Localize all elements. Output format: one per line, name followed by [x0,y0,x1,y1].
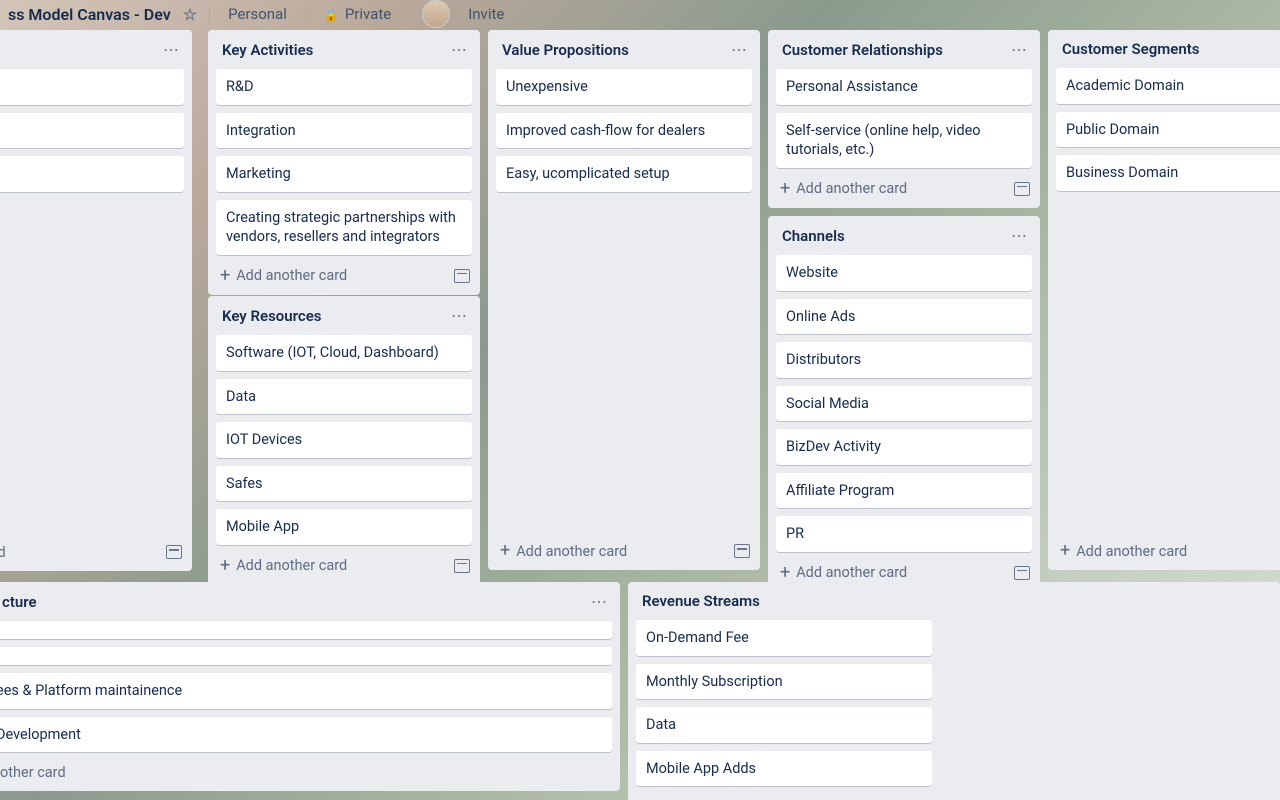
list-customer-segments: Customer Segments Academic Domain Public… [1048,30,1280,570]
card[interactable]: Distributors [776,342,1032,378]
card[interactable]: Self-service (online help, video tutoria… [776,113,1032,168]
list-menu-icon[interactable]: ⋯ [451,40,468,59]
list-revenue-streams: Revenue Streams On-Demand Fee Monthly Su… [628,582,1280,800]
card[interactable]: Marketing [216,156,472,192]
list-title[interactable]: cture [2,593,37,611]
board-header: ss Model Canvas - Dev ☆ Personal Private… [0,0,1280,28]
card[interactable]: Data [216,379,472,415]
add-card-button[interactable]: +Add another card [500,542,627,560]
card[interactable]: Improved cash-flow for dealers [496,113,752,149]
plus-icon: + [1060,542,1070,560]
list-title[interactable]: Key Activities [222,41,313,59]
list-title[interactable]: Key Resources [222,307,322,325]
template-icon[interactable] [166,545,182,559]
add-card-button[interactable]: +Add another card [780,180,907,198]
list-key-resources: Key Resources ⋯ Software (IOT, Cloud, Da… [208,296,480,585]
card[interactable]: Unexpensive [496,69,752,105]
card[interactable]: s [0,156,184,192]
card[interactable]: Easy, ucomplicated setup [496,156,752,192]
card[interactable]: IOT Devices [216,422,472,458]
card[interactable]: Academic Domain [1056,68,1280,104]
card[interactable]: Personal Assistance [776,69,1032,105]
list-title[interactable]: Revenue Streams [642,592,760,610]
card[interactable]: Business Domain [1056,155,1280,191]
card[interactable]: Affiliate Program [776,473,1032,509]
add-card-button[interactable]: +Add another card [220,267,347,285]
list-value-propositions: Value Propositions ⋯ Unexpensive Improve… [488,30,760,570]
card[interactable]: Online Ads [776,299,1032,335]
add-card-button[interactable]: +Add another card [1060,542,1187,560]
plus-icon: + [220,267,230,285]
invite-button[interactable]: Invite [462,3,510,25]
card[interactable]: Monthly Subscription [636,664,932,700]
list-title[interactable]: Value Propositions [502,41,629,59]
card[interactable]: Mobile App Adds [636,751,932,787]
add-card-button[interactable]: nother card [0,764,66,781]
list-channels: Channels ⋯ Website Online Ads Distributo… [768,216,1040,592]
card[interactable]: Data [636,707,932,743]
list-menu-icon[interactable]: ⋯ [1011,40,1028,59]
list-customer-relationships: Customer Relationships ⋯ Personal Assist… [768,30,1040,208]
card[interactable]: BizDev Activity [776,429,1032,465]
list-key-activities: Key Activities ⋯ R&D Integration Marketi… [208,30,480,295]
card[interactable]: R&D [216,69,472,105]
card[interactable]: Integration [216,113,472,149]
card[interactable]: Mobile App [216,509,472,545]
board-area: ers ⋯ omers rs s nother card Key Activit… [0,28,1280,800]
lock-icon [324,5,339,23]
visibility-button[interactable]: Private [318,3,397,25]
list-title[interactable]: Channels [782,227,845,245]
list-menu-icon[interactable]: ⋯ [163,40,180,59]
plus-icon: + [780,564,790,582]
template-icon[interactable] [454,559,470,573]
add-card-button[interactable]: nother card [0,544,6,561]
plus-icon: + [220,557,230,575]
list-menu-icon[interactable]: ⋯ [591,592,608,611]
divider [209,6,210,22]
divider [409,6,410,22]
card[interactable] [0,621,612,639]
plus-icon: + [780,180,790,198]
list-cost-structure: cture ⋯ ees & Platform maintainence Deve… [0,582,620,791]
card[interactable]: Public Domain [1056,112,1280,148]
divider [305,6,306,22]
card[interactable]: Social Media [776,386,1032,422]
template-icon[interactable] [454,269,470,283]
list-menu-icon[interactable]: ⋯ [1011,226,1028,245]
card[interactable]: ees & Platform maintainence [0,673,612,709]
card[interactable] [0,647,612,665]
list-menu-icon[interactable]: ⋯ [451,306,468,325]
team-button[interactable]: Personal [222,3,293,25]
template-icon[interactable] [734,544,750,558]
board-title[interactable]: ss Model Canvas - Dev [8,5,171,24]
star-icon[interactable]: ☆ [183,5,197,24]
avatar[interactable] [422,0,450,28]
card[interactable]: omers [0,69,184,105]
card[interactable]: Creating strategic partnerships with ven… [216,200,472,255]
plus-icon: + [500,542,510,560]
template-icon[interactable] [1014,566,1030,580]
card[interactable]: rs [0,113,184,149]
list-title[interactable]: Customer Relationships [782,41,943,59]
list-title[interactable]: Customer Segments [1062,40,1199,58]
template-icon[interactable] [1014,182,1030,196]
card[interactable]: Software (IOT, Cloud, Dashboard) [216,335,472,371]
list-menu-icon[interactable]: ⋯ [731,40,748,59]
card[interactable]: Website [776,255,1032,291]
add-card-button[interactable]: +Add another card [780,564,907,582]
add-card-button[interactable]: +Add another card [220,557,347,575]
list-partners: ers ⋯ omers rs s nother card [0,30,192,571]
card[interactable]: On-Demand Fee [636,620,932,656]
card[interactable]: Development [0,717,612,753]
card[interactable]: PR [776,516,1032,552]
card[interactable]: Safes [216,466,472,502]
